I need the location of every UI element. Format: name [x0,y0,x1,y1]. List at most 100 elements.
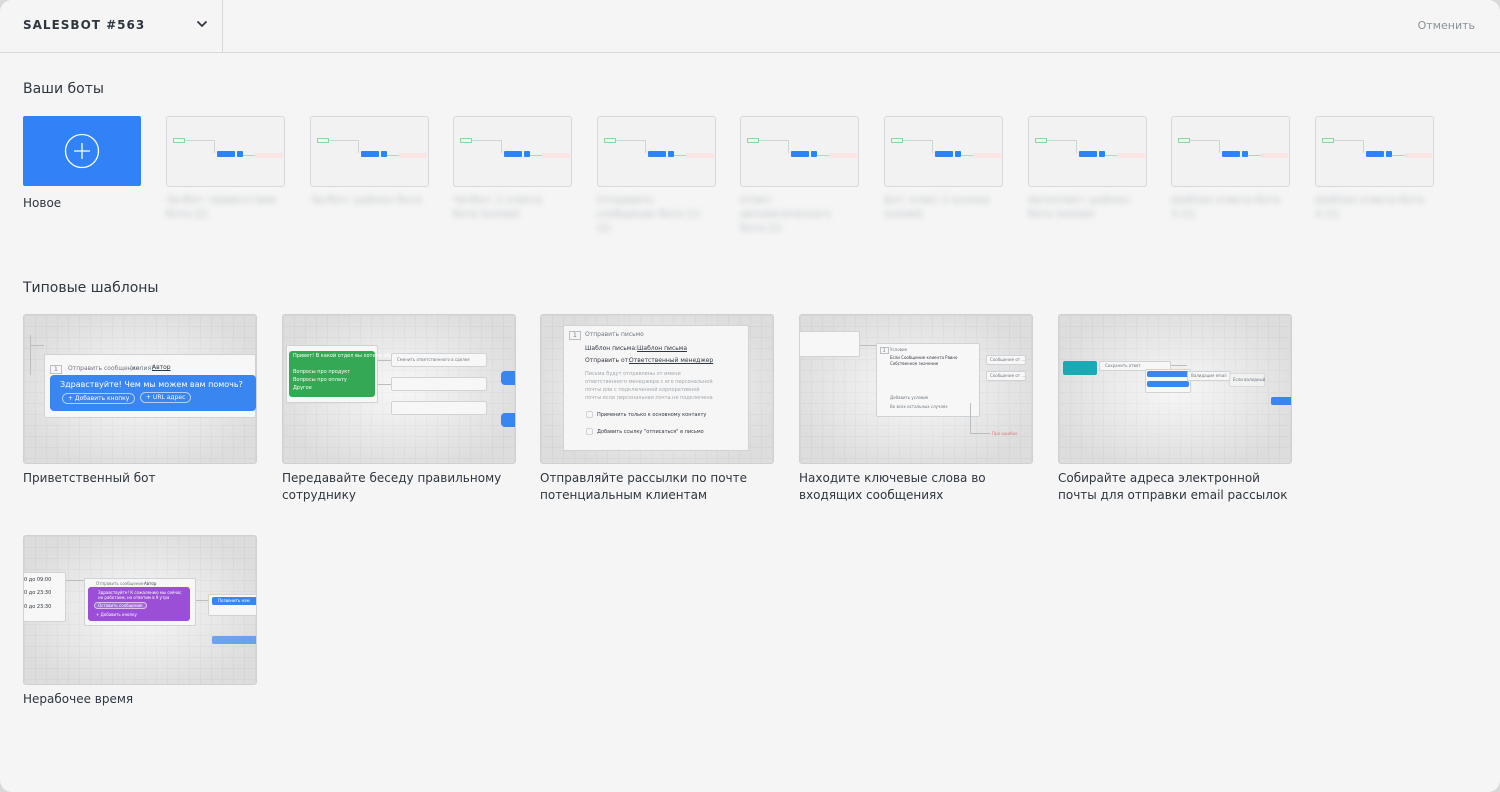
template-label: Приветственный бот [23,471,156,485]
bot-preview-shape [237,151,243,157]
bot-card[interactable] [1315,116,1434,187]
bot-preview-shape [1099,151,1105,157]
template-label: Нерабочее время [23,692,134,706]
bot-preview-shape [399,153,427,158]
salesbot-editor: SALESBOT #563 Отменить Ваши боты Новое Ч… [0,0,1500,792]
bot-preview-shape [935,151,953,157]
bot-card-label: Чатбот: шаблон бота [310,195,422,206]
bot-preview-shape [674,155,686,156]
top-bar: SALESBOT #563 Отменить [0,0,1500,53]
chevron-down-icon [197,21,207,27]
bot-preview-shape [903,140,933,153]
template-card-email[interactable]: 1 Отправить письмо Шаблон письма: Шаблон… [540,314,774,464]
bot-preview-shape [817,155,829,156]
template-card-email-collect[interactable]: Сохранить ответ Валидация email Если вал… [1058,314,1292,464]
bot-card[interactable] [1171,116,1290,187]
bot-card[interactable] [1028,116,1147,187]
template-preview: 1 Отправить письмо Шаблон письма: Шаблон… [541,315,773,463]
template-label: Передавайте беседу правильному сотрудник… [282,471,502,502]
bot-preview-shape [1222,151,1240,157]
bot-name: SALESBOT #563 [23,18,146,32]
bot-card[interactable] [310,116,429,187]
bot-card[interactable] [453,116,572,187]
bot-preview-shape [524,151,530,157]
bot-card[interactable] [740,116,859,187]
bot-preview-shape [1366,151,1384,157]
template-preview: 0 до 09:00 0 до 23:30 0 до 23:30 Отправи… [24,536,256,684]
bot-preview-shape [1392,155,1404,156]
template-label: Собирайте адреса электронной почты для о… [1058,471,1288,502]
bot-preview-shape [317,138,329,143]
plus-circle-icon [64,133,100,169]
bot-preview-shape [1260,153,1288,158]
bot-preview-shape [604,138,616,143]
new-bot-label: Новое [23,196,62,210]
bot-preview-shape [1079,151,1097,157]
your-bots-title: Ваши боты [23,81,104,97]
bot-card-label: Чатбот: 2 ответа бота (копия) [453,195,542,220]
bot-preview-shape [891,138,903,143]
bot-preview-shape [686,153,714,158]
template-card-welcome-bot[interactable]: 1 Отправить сообщение (копия) Автор Здра… [23,314,257,464]
bot-preview-shape [1047,140,1077,153]
template-preview: Сохранить ответ Валидация email Если вал… [1059,315,1291,463]
bot-preview-shape [361,151,379,157]
bot-preview-shape [1404,153,1432,158]
bot-preview-shape [460,138,472,143]
bot-preview-shape [1322,138,1334,143]
bot-preview-shape [1035,138,1047,143]
templates-title: Типовые шаблоны [23,280,159,296]
template-preview: 1 Отправить сообщение (копия) Автор Здра… [24,315,256,463]
bot-card[interactable] [166,116,285,187]
bot-preview-shape [185,140,215,153]
cancel-button[interactable]: Отменить [1418,19,1475,32]
bot-preview-shape [387,155,399,156]
bot-preview-shape [759,140,789,153]
bot-preview-shape [1117,153,1145,158]
bot-preview-shape [1105,155,1117,156]
template-label: Находите ключевые слова во входящих сооб… [799,471,986,502]
bot-card-label: Шаблон ответа бота 3 (1) [1171,195,1280,220]
bot-card-label: Бот: ответ 2 кнопки (копия) [884,195,990,220]
bot-preview-shape [542,153,570,158]
template-card-handoff[interactable]: Привет! В какой отдел вы хотите обратить… [282,314,516,464]
bot-preview-shape [217,151,235,157]
bot-card-label: Ответ автоматического бота (2) [740,195,832,234]
bot-preview-shape [829,153,857,158]
template-label: Отправляйте рассылки по почте потенциаль… [540,471,748,502]
bot-preview-shape [381,151,387,157]
bot-preview-shape [472,140,502,153]
bot-preview-shape [329,140,359,153]
bot-preview-shape [811,151,817,157]
template-card-off-hours[interactable]: 0 до 09:00 0 до 23:30 0 до 23:30 Отправи… [23,535,257,685]
bot-preview-shape [1178,138,1190,143]
template-preview: 2 Условие Если Сообщение клиента Равно С… [800,315,1032,463]
bot-preview-shape [791,151,809,157]
bot-preview-shape [1248,155,1260,156]
bot-preview-shape [668,151,674,157]
bot-preview-shape [973,153,1001,158]
bot-preview-shape [648,151,666,157]
bot-preview-shape [173,138,185,143]
bot-preview-shape [1190,140,1220,153]
bot-card-label: Шаблон ответа бота 4 (1) [1315,195,1424,220]
bot-preview-shape [955,151,961,157]
bot-preview-shape [1242,151,1248,157]
bot-preview-shape [243,155,255,156]
new-bot-button[interactable] [23,116,141,186]
bot-selector-dropdown[interactable]: SALESBOT #563 [0,0,223,52]
bot-card-label: Чатбот: приветствие бота (2) [166,195,277,220]
bot-preview-shape [616,140,646,153]
bot-preview-shape [961,155,973,156]
bot-card[interactable] [884,116,1003,187]
template-card-keywords[interactable]: 2 Условие Если Сообщение клиента Равно С… [799,314,1033,464]
bot-card-label: Автоответ: шаблон бота (копия) [1028,195,1130,220]
bot-preview-shape [255,153,283,158]
bot-preview-shape [1334,140,1364,153]
bot-card-label: Отправить сообщение бота (1) (2) [597,195,701,234]
bot-card[interactable] [597,116,716,187]
template-preview: Привет! В какой отдел вы хотите обратить… [283,315,515,463]
bot-preview-shape [1386,151,1392,157]
bot-preview-shape [530,155,542,156]
bot-preview-shape [747,138,759,143]
